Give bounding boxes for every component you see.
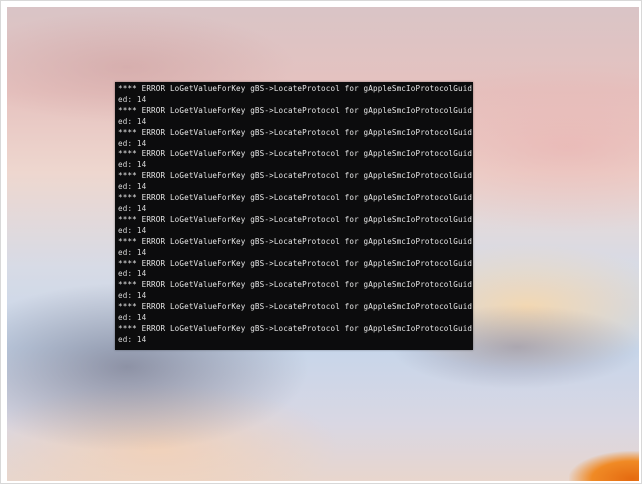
log-line: **** ERROR LoGetValueForKey gBS->LocateP…	[118, 258, 473, 268]
log-line: **** ERROR LoGetValueForKey gBS->LocateP…	[118, 302, 473, 312]
photo-frame: **** ERROR LoGetValueForKey gBS->LocateP…	[0, 0, 642, 484]
log-line: ed: 14	[118, 203, 147, 213]
log-line: **** ERROR LoGetValueForKey gBS->LocateP…	[118, 105, 473, 115]
sunset-glow	[569, 451, 639, 481]
log-line: ed: 14	[118, 116, 147, 126]
log-line: ed: 14	[118, 94, 147, 104]
log-line: **** ERROR LoGetValueForKey gBS->LocateP…	[118, 214, 473, 224]
log-line: ed: 14	[118, 334, 147, 344]
log-line: **** ERROR LoGetValueForKey gBS->LocateP…	[118, 171, 473, 181]
log-line: **** ERROR LoGetValueForKey gBS->LocateP…	[118, 280, 473, 290]
log-line: ed: 14	[118, 313, 147, 323]
log-line: ed: 14	[118, 182, 147, 192]
log-line: **** ERROR LoGetValueForKey gBS->LocateP…	[118, 323, 473, 333]
log-line: ed: 14	[118, 247, 147, 257]
log-line: **** ERROR LoGetValueForKey gBS->LocateP…	[118, 127, 473, 137]
boot-log-console: **** ERROR LoGetValueForKey gBS->LocateP…	[115, 82, 473, 350]
log-line: ed: 14	[118, 160, 147, 170]
log-line: **** ERROR LoGetValueForKey gBS->LocateP…	[118, 193, 473, 203]
log-line: ed: 14	[118, 138, 147, 148]
log-line: ed: 14	[118, 291, 147, 301]
log-line: ed: 14	[118, 225, 147, 235]
log-line: **** ERROR LoGetValueForKey gBS->LocateP…	[118, 149, 473, 159]
log-line: **** ERROR LoGetValueForKey gBS->LocateP…	[118, 236, 473, 246]
desktop-wallpaper: **** ERROR LoGetValueForKey gBS->LocateP…	[7, 7, 639, 481]
log-line: **** ERROR LoGetValueForKey gBS->LocateP…	[118, 84, 473, 93]
log-line: ed: 14	[118, 269, 147, 279]
